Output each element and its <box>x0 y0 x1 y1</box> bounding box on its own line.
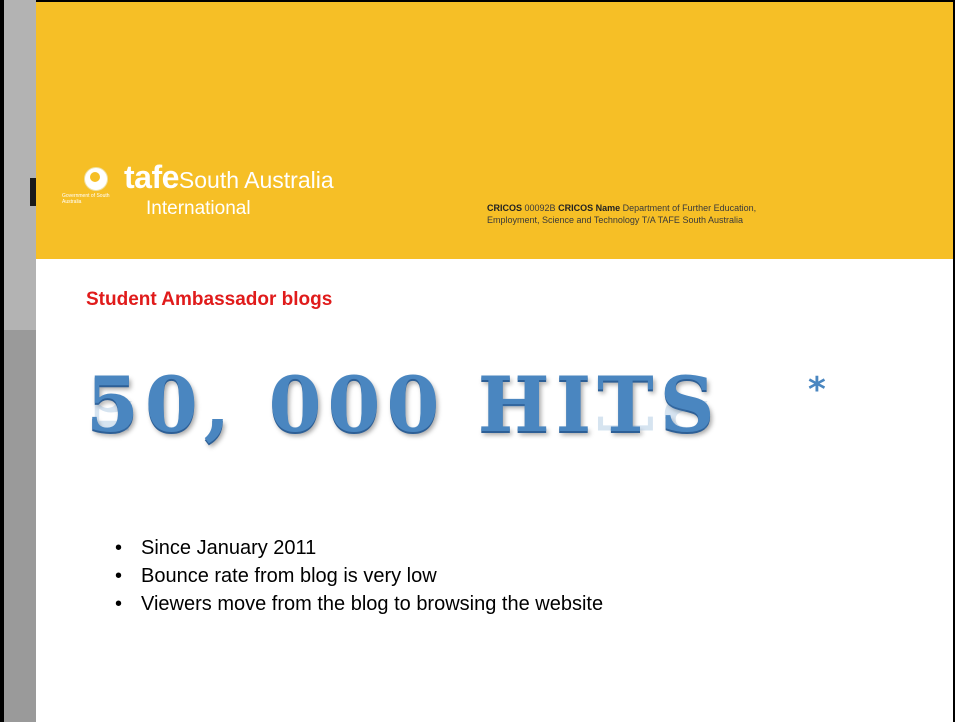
hits-asterisk: * <box>808 370 826 410</box>
cricos-name-line2: Employment, Science and Technology T/A T… <box>487 215 743 225</box>
bullet-list: Since January 2011 Bounce rate from blog… <box>115 534 603 618</box>
cricos-label: CRICOS <box>487 203 523 213</box>
bullet-item: Bounce rate from blog is very low <box>115 562 603 590</box>
hits-wordart: 50, 000 HITS 50, 000 HITS <box>86 360 916 510</box>
bullet-item: Viewers move from the blog to browsing t… <box>115 590 603 618</box>
brand-tafe: tafe <box>124 159 179 195</box>
cricos-name-label: CRICOS Name <box>558 203 621 213</box>
crest-caption: Government of South Australia <box>62 193 110 205</box>
government-crest-icon: Government of South Australia <box>62 167 118 207</box>
hits-reflection: 50, 000 HITS <box>86 401 721 446</box>
cricos-notice: CRICOS 00092B CRICOS Name Department of … <box>487 202 847 226</box>
cricos-code: 00092B <box>524 203 556 213</box>
slide-sidebar-upper <box>4 0 36 330</box>
brand-south-australia: South Australia <box>178 167 334 193</box>
bullet-item: Since January 2011 <box>115 534 603 562</box>
cricos-name-line1: Department of Further Education, <box>622 203 757 213</box>
slide-title: Student Ambassador blogs <box>86 289 333 310</box>
brand-international: International <box>146 198 251 219</box>
brand-name: tafeSouth Australia <box>124 159 334 196</box>
slide-header-banner: Government of South Australia tafeSouth … <box>36 2 953 259</box>
